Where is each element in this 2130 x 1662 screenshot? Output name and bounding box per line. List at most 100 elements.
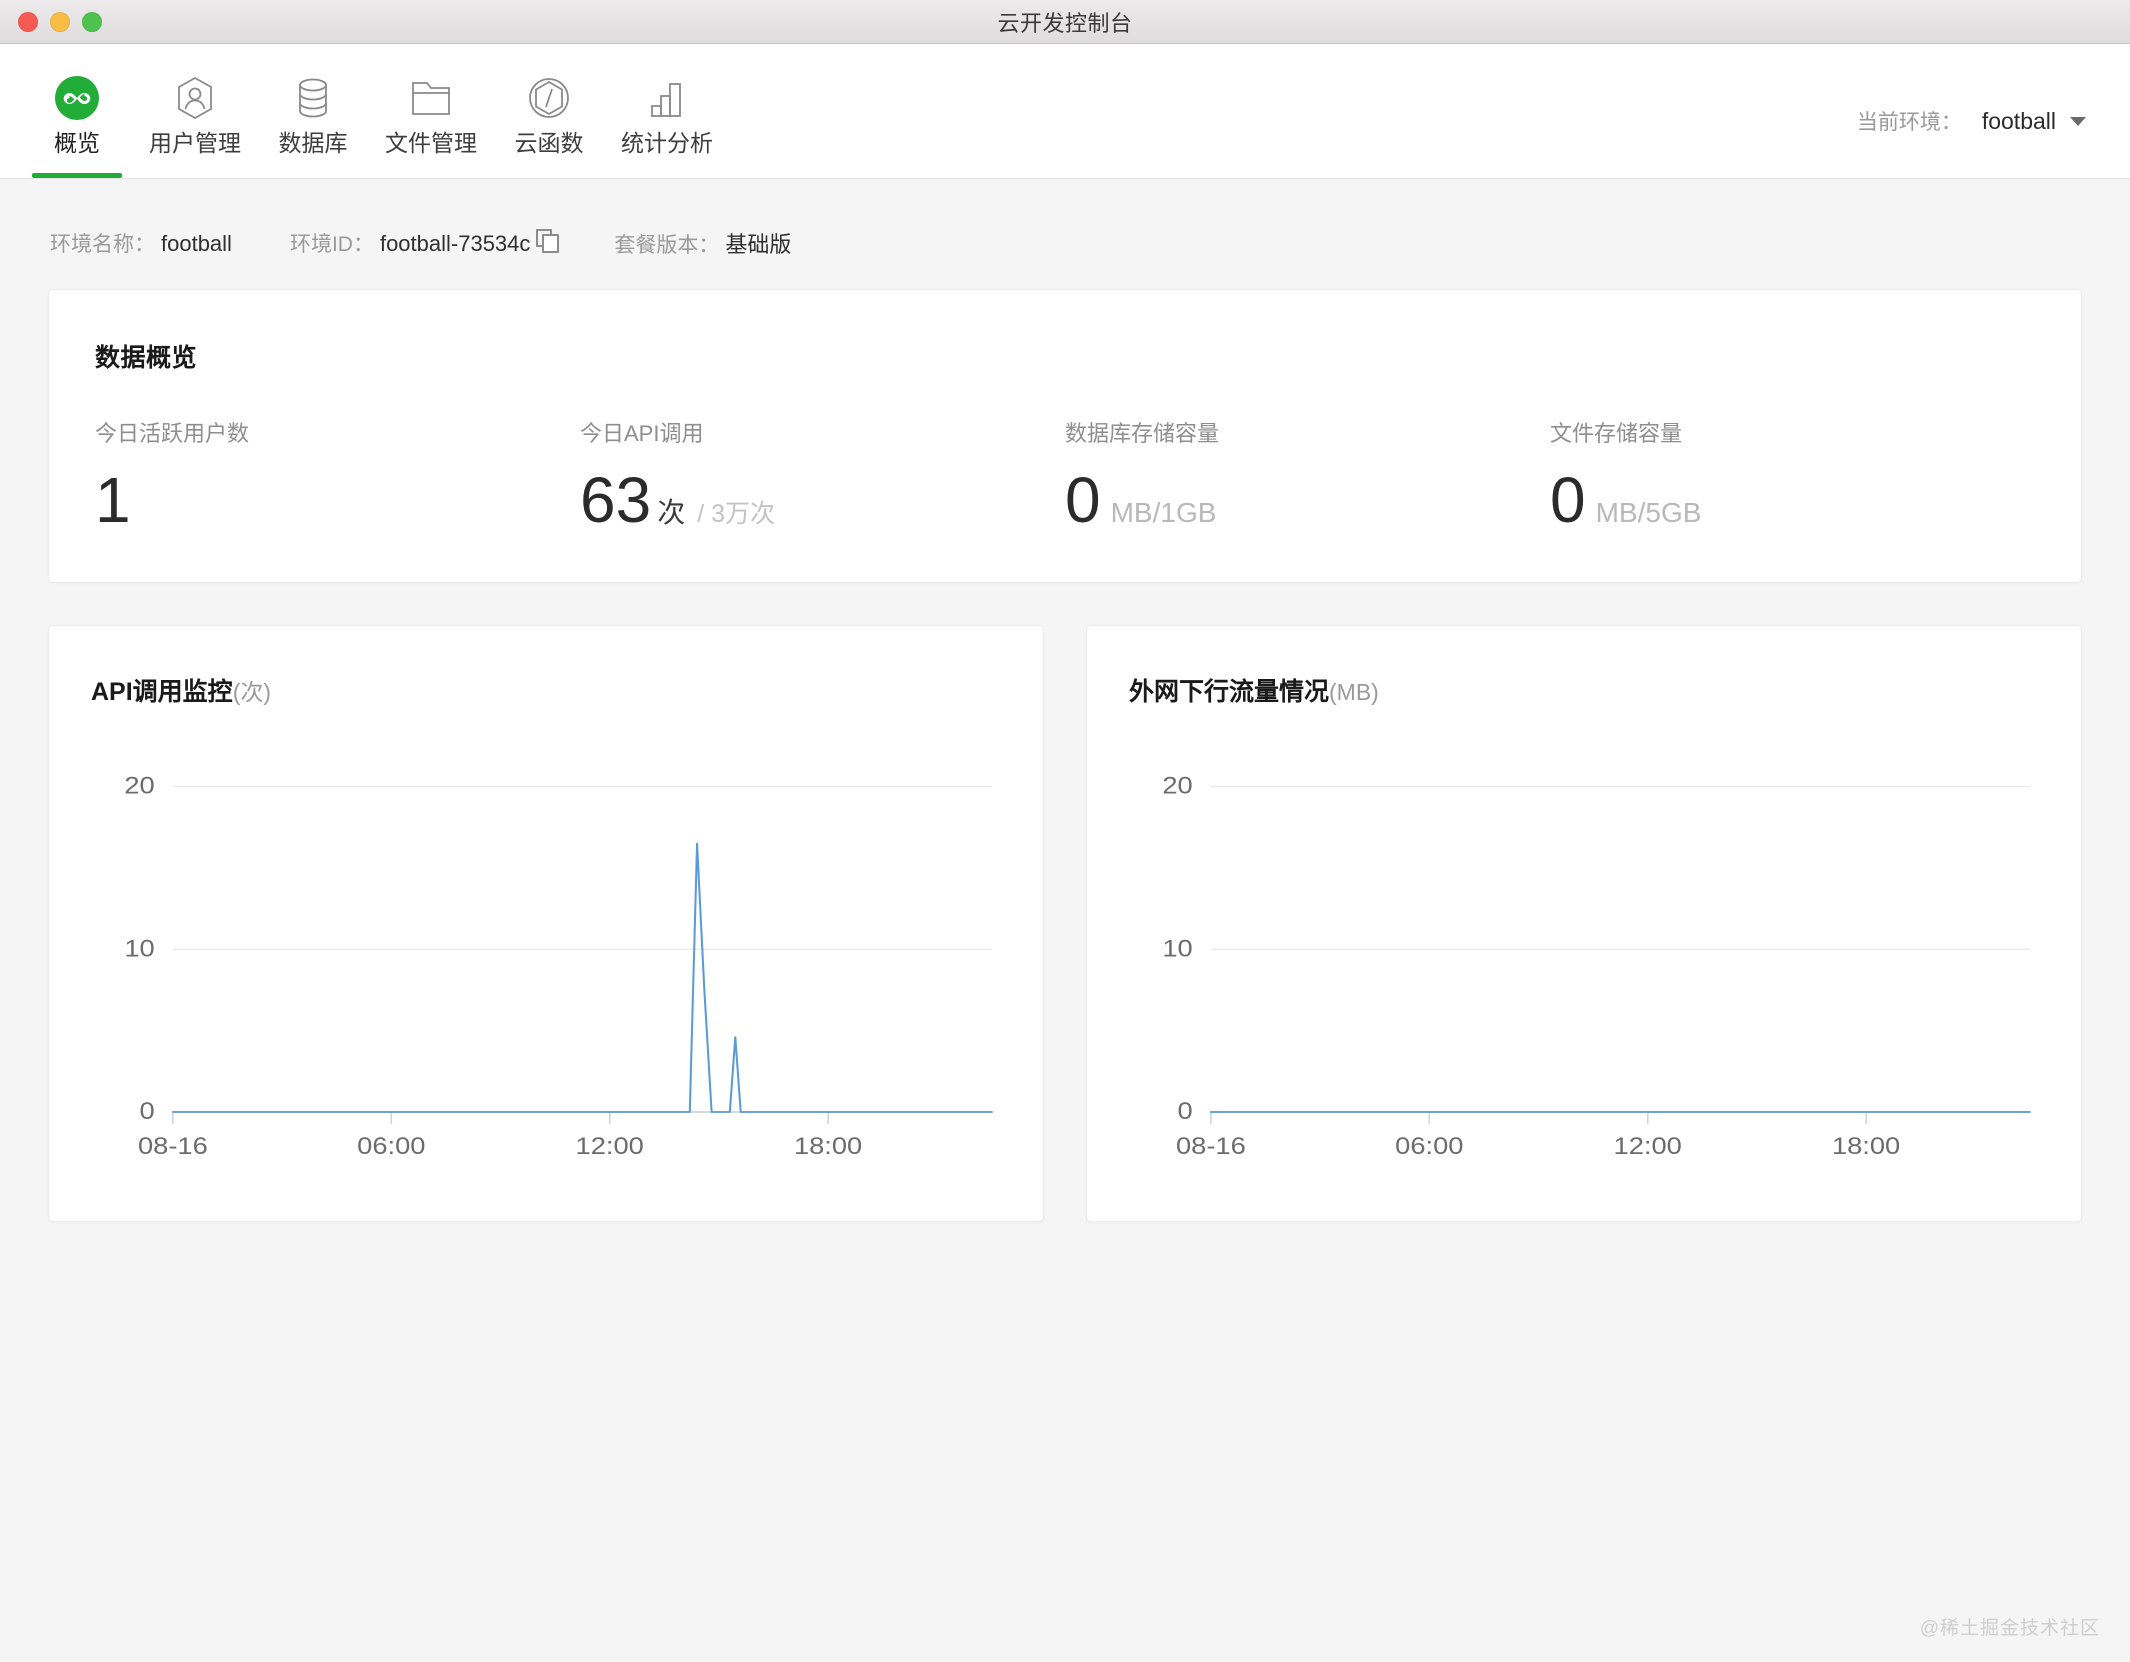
meta-env-id-value: football-73534c (380, 231, 530, 257)
stat-label: 今日活跃用户数 (95, 416, 580, 448)
stat-label: 文件存储容量 (1550, 416, 2035, 448)
meta-env-name-label: 环境名称： (50, 228, 155, 258)
chart-title-unit: (次) (233, 679, 271, 705)
nav-item-label: 文件管理 (385, 132, 477, 155)
environment-switcher-label: 当前环境： (1857, 106, 1962, 136)
nav-item-label: 概览 (54, 132, 100, 155)
nav-item-file-management[interactable]: 文件管理 (372, 58, 490, 178)
stat-number: 63 (580, 468, 651, 532)
nav-active-indicator (504, 173, 594, 178)
stat-number: 0 (1065, 468, 1101, 532)
bar-chart-icon (645, 72, 689, 124)
api-call-monitor-card: API调用监控(次) 0 10 20 08-16 06:00 12:00 18:00 (48, 625, 1044, 1222)
nav-active-indicator (268, 173, 358, 178)
environment-switcher[interactable]: 当前环境： football (1857, 106, 2086, 136)
environment-switcher-value: football (1982, 108, 2056, 135)
y-axis-tick-label: 20 (1162, 773, 1192, 799)
data-overview-card: 数据概览 今日活跃用户数 1 今日API调用 63 次 / 3万次 (48, 289, 2082, 583)
nav-active-indicator (150, 173, 240, 178)
stat-number: 0 (1550, 468, 1586, 532)
nav-active-indicator (622, 173, 712, 178)
stat-value: 0 MB/5GB (1550, 468, 2035, 532)
nav-item-label: 用户管理 (149, 132, 241, 155)
meta-env-id: 环境ID： football-73534c (290, 228, 556, 258)
stat-file-storage: 文件存储容量 0 MB/5GB (1550, 416, 2035, 532)
nav-item-label: 云函数 (515, 132, 584, 155)
stat-value: 63 次 / 3万次 (580, 468, 1065, 532)
data-overview-title: 数据概览 (95, 338, 2035, 374)
meta-env-name-value: football (161, 231, 232, 257)
external-downstream-traffic-card: 外网下行流量情况(MB) 0 10 20 08-16 06:00 12:00 18:00 (1086, 625, 2082, 1222)
database-icon (293, 72, 333, 124)
app-window: 云开发控制台 概览 (0, 0, 2130, 1662)
x-axis-tick-label: 06:00 (1395, 1133, 1463, 1159)
x-axis-tick-label: 18:00 (794, 1133, 862, 1159)
chart-series-line (173, 844, 992, 1113)
window-title: 云开发控制台 (0, 6, 2130, 38)
meta-plan-value: 基础版 (725, 227, 791, 259)
function-icon (526, 72, 572, 124)
nav-item-cloud-function[interactable]: 云函数 (490, 58, 608, 178)
x-axis-tick-label: 12:00 (1614, 1133, 1682, 1159)
chart-title: 外网下行流量情况(MB) (1129, 672, 2039, 708)
nav-item-user-management[interactable]: 用户管理 (136, 58, 254, 178)
stat-label: 数据库存储容量 (1065, 416, 1550, 448)
nav-item-list: 概览 用户管理 (0, 58, 726, 178)
chart-title-text: API调用监控 (91, 678, 233, 706)
nav-item-label: 数据库 (279, 132, 348, 155)
folder-icon (408, 72, 454, 124)
chart-title: API调用监控(次) (91, 672, 1001, 708)
stat-unit: MB/5GB (1596, 497, 1702, 529)
meta-env-name: 环境名称： football (50, 228, 232, 258)
charts-row: API调用监控(次) 0 10 20 08-16 06:00 12:00 18:00 外网下… (48, 625, 2082, 1222)
x-axis-tick-label: 08-16 (1176, 1133, 1246, 1159)
main-nav: 概览 用户管理 (0, 44, 2130, 179)
y-axis-tick-label: 10 (124, 936, 154, 962)
nav-item-statistics[interactable]: 统计分析 (608, 58, 726, 178)
stat-active-users: 今日活跃用户数 1 (95, 416, 580, 532)
title-bar: 云开发控制台 (0, 0, 2130, 44)
meta-env-id-label: 环境ID： (290, 228, 374, 258)
chevron-down-icon (2070, 117, 2086, 126)
nav-item-overview[interactable]: 概览 (18, 58, 136, 178)
meta-plan: 套餐版本： 基础版 (614, 227, 791, 259)
minimize-button[interactable] (50, 12, 70, 32)
y-axis-tick-label: 0 (1178, 1098, 1193, 1124)
stat-database-storage: 数据库存储容量 0 MB/1GB (1065, 416, 1550, 532)
stat-api-calls: 今日API调用 63 次 / 3万次 (580, 416, 1065, 532)
copy-icon[interactable] (536, 229, 556, 251)
y-axis-tick-label: 20 (124, 773, 154, 799)
environment-meta-row: 环境名称： football 环境ID： football-73534c 套餐版… (48, 179, 2082, 289)
y-axis-tick-label: 10 (1162, 936, 1192, 962)
x-axis-tick-label: 12:00 (576, 1133, 644, 1159)
maximize-button[interactable] (82, 12, 102, 32)
nav-active-indicator (32, 173, 122, 178)
x-axis-tick-label: 08-16 (138, 1133, 208, 1159)
stat-number: 1 (95, 468, 131, 532)
stat-list: 今日活跃用户数 1 今日API调用 63 次 / 3万次 数据库存储容量 (95, 416, 2035, 532)
chart-title-text: 外网下行流量情况 (1129, 678, 1329, 706)
meta-plan-label: 套餐版本： (614, 229, 719, 259)
nav-item-label: 统计分析 (621, 132, 713, 155)
nav-active-indicator (386, 173, 476, 178)
traffic-lights (18, 12, 102, 32)
api-call-monitor-svg: 0 10 20 08-16 06:00 12:00 18:00 (91, 748, 1001, 1168)
stat-quota: / 3万次 (697, 494, 775, 530)
stat-label: 今日API调用 (580, 416, 1065, 448)
stat-value: 1 (95, 468, 580, 532)
nav-item-database[interactable]: 数据库 (254, 58, 372, 178)
user-hex-icon (172, 72, 218, 124)
api-call-monitor-plot[interactable]: 0 10 20 08-16 06:00 12:00 18:00 (91, 748, 1001, 1168)
stat-unit: 次 (657, 491, 685, 531)
close-button[interactable] (18, 12, 38, 32)
stat-unit: MB/1GB (1111, 497, 1217, 529)
x-axis-tick-label: 06:00 (357, 1133, 425, 1159)
chart-title-unit: (MB) (1329, 679, 1379, 705)
external-downstream-traffic-svg: 0 10 20 08-16 06:00 12:00 18:00 (1129, 748, 2039, 1168)
y-axis-tick-label: 0 (140, 1098, 155, 1124)
stat-value: 0 MB/1GB (1065, 468, 1550, 532)
x-axis-tick-label: 18:00 (1832, 1133, 1900, 1159)
infinity-icon (53, 72, 101, 124)
external-downstream-traffic-plot[interactable]: 0 10 20 08-16 06:00 12:00 18:00 (1129, 748, 2039, 1168)
watermark: @稀土掘金技术社区 (1920, 1613, 2100, 1640)
